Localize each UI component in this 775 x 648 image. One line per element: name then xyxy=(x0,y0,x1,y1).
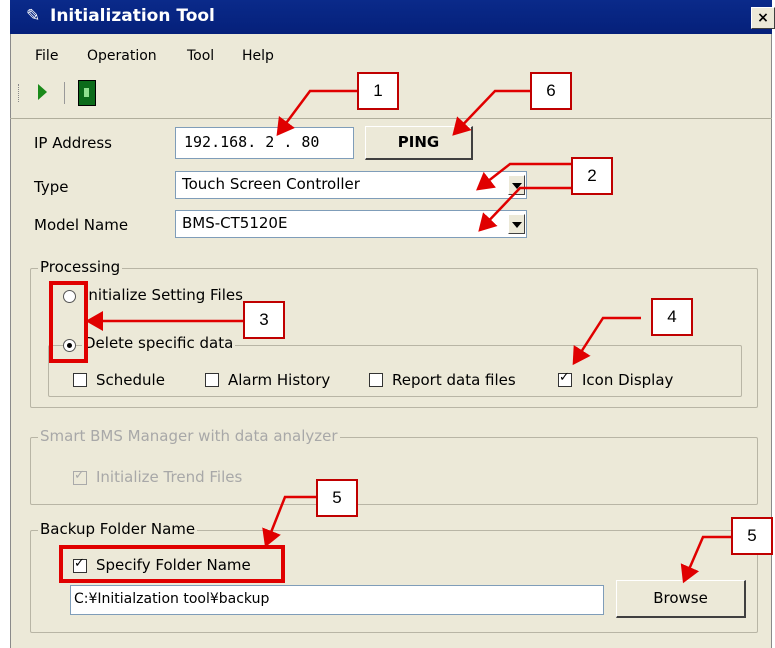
report-data-files-label: Report data files xyxy=(392,371,516,389)
alarm-history-checkbox[interactable] xyxy=(205,373,219,387)
callout-6: 6 xyxy=(530,72,572,110)
callout-3: 3 xyxy=(243,301,285,339)
menu-operation[interactable]: Operation xyxy=(87,48,157,64)
type-dropdown-arrow[interactable] xyxy=(508,175,525,195)
processing-group-title: Processing xyxy=(38,258,123,276)
backup-path-value: C:¥Initialzation tool¥backup xyxy=(74,591,270,607)
model-name-value: BMS-CT5120E xyxy=(182,214,288,232)
model-dropdown-arrow[interactable] xyxy=(508,214,525,234)
initialize-trend-files-label: Initialize Trend Files xyxy=(96,468,243,486)
toolbar-grip[interactable] xyxy=(18,84,21,102)
schedule-checkbox[interactable] xyxy=(73,373,87,387)
ip-address-value: 192.168. 2 . 80 xyxy=(184,133,320,151)
smart-bms-group-title: Smart BMS Manager with data analyzer xyxy=(38,427,340,445)
type-value: Touch Screen Controller xyxy=(182,175,360,193)
initialize-trend-files-checkbox xyxy=(73,468,87,485)
close-button[interactable]: × xyxy=(751,7,775,29)
browse-button[interactable]: Browse xyxy=(616,580,746,618)
radio-highlight-box xyxy=(49,281,88,363)
callout-2: 2 xyxy=(571,157,613,195)
delete-specific-data-label: Delete specific data xyxy=(82,334,236,352)
toolbar-divider-line xyxy=(10,118,772,119)
ip-address-label: IP Address xyxy=(34,134,112,152)
report-data-files-checkbox[interactable] xyxy=(369,373,383,387)
initialize-setting-files-label: Initialize Setting Files xyxy=(84,286,243,304)
play-icon[interactable] xyxy=(38,84,47,100)
wrench-icon: ✎ xyxy=(26,6,41,26)
title-bar[interactable]: ✎ Initialization Tool × xyxy=(10,0,775,34)
callout-5b: 5 xyxy=(731,517,773,555)
menu-help[interactable]: Help xyxy=(242,48,274,64)
backup-group-title: Backup Folder Name xyxy=(38,520,198,538)
window-title: Initialization Tool xyxy=(50,6,215,26)
exit-icon[interactable] xyxy=(78,80,96,106)
menu-tool[interactable]: Tool xyxy=(187,48,214,64)
menu-file[interactable]: File xyxy=(35,48,58,64)
alarm-history-label: Alarm History xyxy=(228,371,331,389)
toolbar-divider xyxy=(64,82,65,104)
callout-1: 1 xyxy=(357,72,399,110)
specify-folder-highlight-box xyxy=(59,545,285,583)
callout-5a: 5 xyxy=(316,479,358,517)
model-name-label: Model Name xyxy=(34,216,129,234)
type-label: Type xyxy=(34,178,69,196)
ping-button[interactable]: PING xyxy=(365,126,473,160)
icon-display-label: Icon Display xyxy=(582,371,674,389)
callout-4: 4 xyxy=(651,298,693,336)
schedule-label: Schedule xyxy=(96,371,165,389)
icon-display-checkbox[interactable] xyxy=(558,370,572,387)
